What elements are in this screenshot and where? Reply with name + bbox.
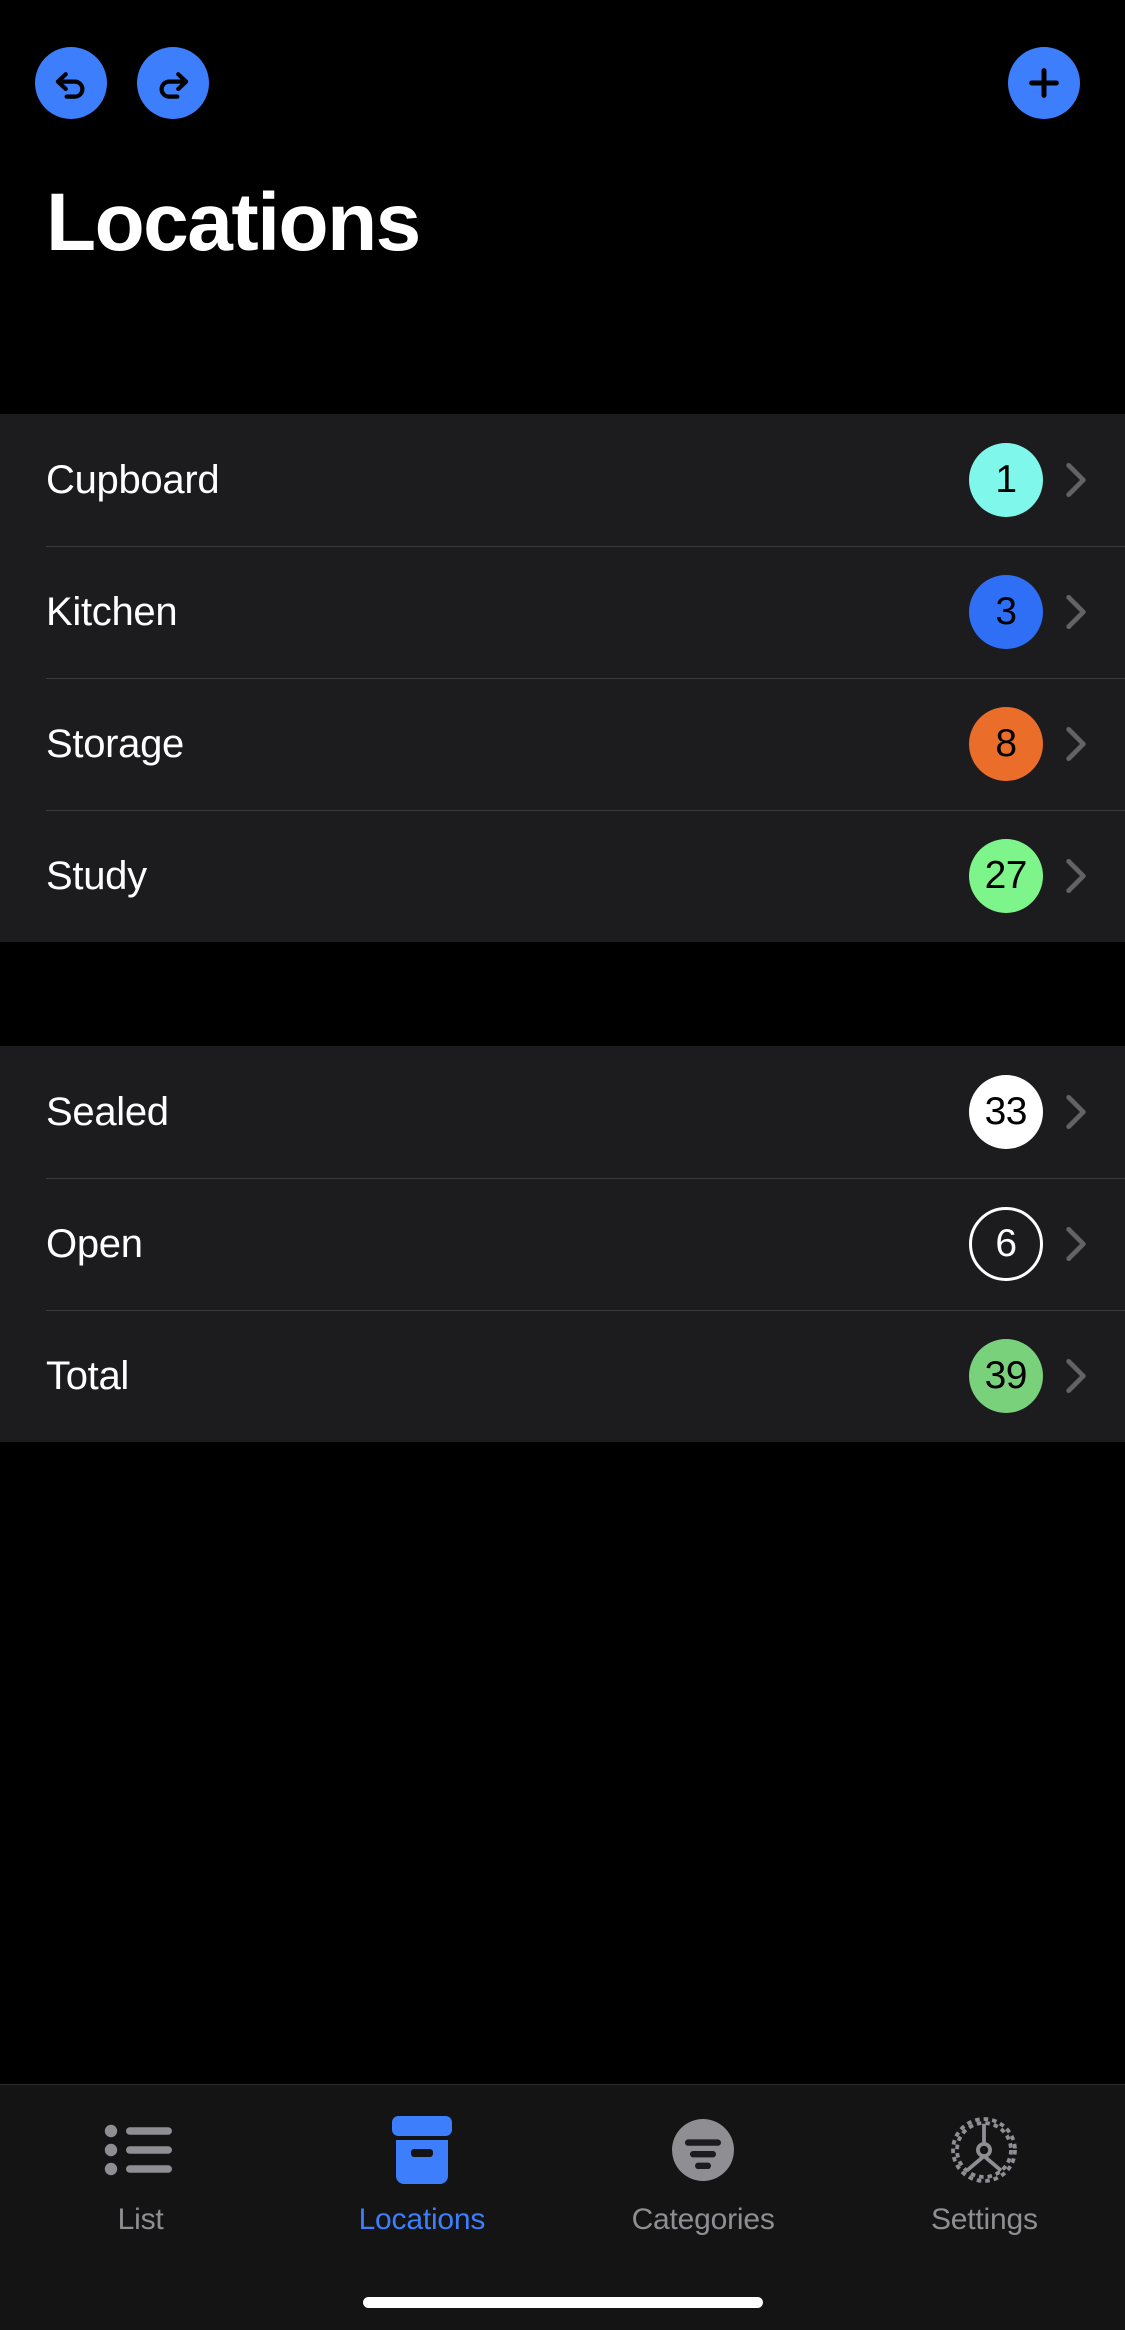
archive-box-icon xyxy=(388,2111,456,2189)
count-badge: 6 xyxy=(969,1207,1043,1281)
redo-icon xyxy=(159,71,189,99)
summary-section: Sealed 33 Open 6 Total 39 xyxy=(0,1046,1125,1442)
app-screen: Locations Cupboard 1 Kitchen 3 Storage 8… xyxy=(0,0,1125,2330)
row-accessory: 8 xyxy=(969,707,1087,781)
row-accessory: 3 xyxy=(969,575,1087,649)
undo-icon xyxy=(55,71,85,99)
tab-categories[interactable]: Categories xyxy=(563,2111,844,2237)
count-badge: 33 xyxy=(968,1075,1043,1149)
bullet-list-icon xyxy=(104,2111,178,2189)
list-item[interactable]: Open 6 xyxy=(0,1178,1125,1310)
row-label: Storage xyxy=(46,721,184,766)
row-label: Sealed xyxy=(46,1089,169,1134)
chevron-right-icon xyxy=(1066,726,1086,762)
chevron-right-icon xyxy=(1066,1226,1086,1262)
chevron-right-icon xyxy=(1066,594,1086,630)
count-badge: 3 xyxy=(969,575,1043,649)
filter-circle-icon xyxy=(668,2111,738,2189)
count-badge: 27 xyxy=(968,839,1043,913)
tab-label: Categories xyxy=(631,2203,775,2236)
chevron-right-icon xyxy=(1066,1094,1086,1130)
undo-button[interactable] xyxy=(35,46,107,119)
plus-icon xyxy=(1029,67,1059,98)
tab-locations[interactable]: Locations xyxy=(281,2111,562,2237)
home-indicator xyxy=(362,2297,763,2308)
count-badge: 39 xyxy=(968,1339,1043,1413)
row-label: Cupboard xyxy=(46,457,220,502)
count-badge: 8 xyxy=(969,707,1043,781)
chevron-right-icon xyxy=(1066,858,1086,894)
row-label: Study xyxy=(46,853,147,898)
row-accessory: 39 xyxy=(968,1339,1087,1413)
page-title: Locations xyxy=(46,177,421,268)
chevron-right-icon xyxy=(1066,1358,1086,1394)
tab-list[interactable]: List xyxy=(0,2111,281,2237)
tab-label: Locations xyxy=(358,2203,486,2236)
tab-bar: List Locations Categories Settings xyxy=(0,2084,1125,2330)
list-item[interactable]: Study 27 xyxy=(0,810,1125,942)
row-accessory: 27 xyxy=(968,839,1087,913)
list-item[interactable]: Sealed 33 xyxy=(0,1046,1125,1178)
list-item[interactable]: Total 39 xyxy=(0,1310,1125,1442)
top-toolbar xyxy=(0,0,1125,165)
gear-icon xyxy=(946,2111,1022,2189)
row-label: Total xyxy=(46,1353,129,1398)
redo-button[interactable] xyxy=(137,46,209,119)
list-item[interactable]: Storage 8 xyxy=(0,678,1125,810)
list-item[interactable]: Kitchen 3 xyxy=(0,546,1125,678)
row-label: Open xyxy=(46,1221,143,1266)
row-accessory: 1 xyxy=(969,443,1087,517)
tab-settings[interactable]: Settings xyxy=(844,2111,1125,2237)
toolbar-left-group xyxy=(35,46,209,119)
row-label: Kitchen xyxy=(46,589,178,634)
toolbar-right-group xyxy=(1008,46,1080,119)
row-accessory: 33 xyxy=(968,1075,1087,1149)
list-item[interactable]: Cupboard 1 xyxy=(0,414,1125,546)
locations-section: Cupboard 1 Kitchen 3 Storage 8 Study 27 xyxy=(0,414,1125,942)
row-accessory: 6 xyxy=(969,1207,1087,1281)
add-button[interactable] xyxy=(1008,46,1080,119)
tab-label: List xyxy=(117,2203,164,2236)
chevron-right-icon xyxy=(1066,462,1086,498)
count-badge: 1 xyxy=(969,443,1043,517)
tab-label: Settings xyxy=(930,2203,1038,2236)
